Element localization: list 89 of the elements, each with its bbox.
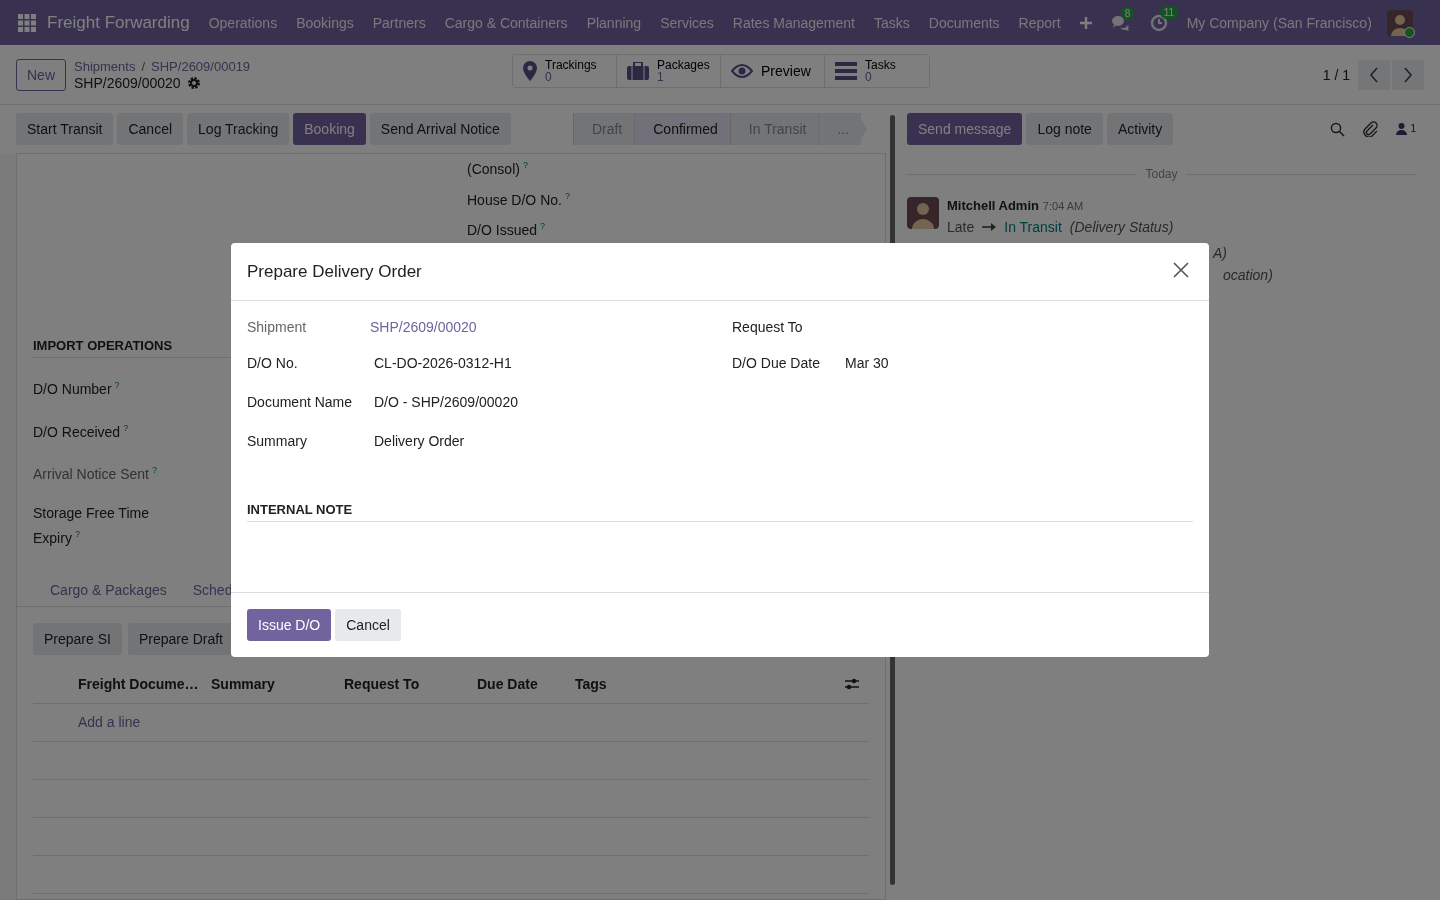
field-value[interactable]: D/O - SHP/2609/00020 <box>370 393 522 410</box>
message-count-badge: 8 <box>1120 6 1135 20</box>
right-arrow-icon <box>982 223 997 231</box>
section-title: INTERNAL NOTE <box>247 502 1193 522</box>
list-icon <box>835 62 857 80</box>
notebook-tab[interactable]: Cargo & Packages <box>37 572 180 607</box>
field-label: Document Name <box>247 393 354 410</box>
action-button[interactable]: Start Transit <box>16 113 114 145</box>
column-header[interactable]: Freight Docume… <box>78 675 211 692</box>
search-icon[interactable] <box>1330 121 1346 137</box>
field-label: House D/O No. $^{?}$ <box>467 190 571 208</box>
field-label: D/O Issued $^{?}$ <box>467 221 547 238</box>
menu-item[interactable]: Report <box>1018 14 1061 31</box>
action-button[interactable]: Cancel <box>117 113 184 145</box>
gear-icon[interactable] <box>186 75 201 90</box>
dialog-button[interactable]: Cancel <box>335 609 401 641</box>
menu-item[interactable]: Rates Management <box>732 14 855 31</box>
add-line-link[interactable]: Add a line <box>78 714 141 731</box>
field-label: Summary <box>247 432 308 449</box>
column-header[interactable]: Tags <box>575 675 708 692</box>
person-icon[interactable] <box>1396 123 1408 135</box>
menu-item[interactable]: Tasks <box>874 14 910 31</box>
pager-counter: 1 / 1 <box>1322 66 1350 83</box>
dialog-title: Prepare Delivery Order <box>247 261 422 282</box>
dialog-button[interactable]: Issue D/O <box>247 609 332 641</box>
column-header[interactable]: Request To <box>344 675 477 692</box>
user-avatar[interactable] <box>1386 9 1413 36</box>
chevron-left-icon <box>1369 66 1379 83</box>
field-label: Storage Free Time Expiry $^{?}$ <box>33 503 150 548</box>
next-button[interactable] <box>1392 59 1424 90</box>
date-value[interactable]: Mar 30 <box>841 354 893 371</box>
field-value[interactable]: CL-DO-2026-0312-H1 <box>370 354 516 371</box>
chatter-button[interactable]: Log note <box>1026 113 1103 145</box>
plus-icon[interactable] <box>1079 16 1092 29</box>
field-label: (Consol) $^{?}$ <box>467 160 529 177</box>
new-value: In Transit <box>1004 219 1062 235</box>
column-header[interactable]: Due Date <box>477 675 575 692</box>
chatter-button[interactable]: Activity <box>1106 113 1174 145</box>
old-value: Late <box>947 219 975 235</box>
list-action-button[interactable]: Prepare SI <box>33 622 122 655</box>
tracking-text: ocation) <box>1223 267 1273 283</box>
map-pin-icon <box>523 61 537 81</box>
menu-item[interactable]: Documents <box>928 14 1000 31</box>
breadcrumb-link[interactable]: Shipments <box>74 58 136 74</box>
breadcrumb-separator: / <box>141 58 146 74</box>
menu-item[interactable]: Operations <box>208 14 278 31</box>
shipment-link[interactable]: SHP/2609/00020 <box>370 319 477 335</box>
action-button[interactable]: Send Arrival Notice <box>369 113 511 145</box>
column-header[interactable]: Summary <box>211 675 344 692</box>
field-label: Shipment <box>247 319 308 335</box>
field-label: D/O Due Date <box>732 354 821 371</box>
message-author: Mitchell Admin <box>947 198 1039 213</box>
new-button[interactable]: New <box>16 58 66 91</box>
tracking-text: A) <box>1213 245 1227 261</box>
action-button[interactable]: Booking <box>293 113 366 145</box>
eye-icon <box>731 64 753 78</box>
chatter-button[interactable]: Send message <box>907 113 1023 145</box>
menu-item[interactable]: Cargo & Containers <box>444 14 568 31</box>
field-label: Request To <box>732 319 804 335</box>
field-label: D/O Number $^{?}$ <box>33 379 121 399</box>
previous-button[interactable] <box>1358 59 1390 90</box>
chevron-right-icon <box>1403 66 1413 83</box>
list-action-button[interactable]: Prepare Draft <box>127 622 234 655</box>
menu-item[interactable]: Planning <box>586 14 642 31</box>
activity-count-badge: 11 <box>1159 5 1179 19</box>
record-title: SHP/2609/00020 <box>74 74 181 91</box>
field-label: D/O No. <box>247 354 299 371</box>
suitcase-icon <box>627 62 649 80</box>
field-label: Arrival Notice Sent $^{?}$ <box>33 464 158 484</box>
menu-item[interactable]: Bookings <box>296 14 354 31</box>
message-time: 7:04 AM <box>1042 200 1084 212</box>
apps-grid-icon[interactable] <box>18 13 36 32</box>
menu-item[interactable]: Partners <box>372 14 426 31</box>
field-label: D/O Received $^{?}$ <box>33 421 130 442</box>
smart-button[interactable]: Trackings 0 <box>513 55 617 87</box>
paperclip-icon[interactable] <box>1363 121 1379 137</box>
author-avatar <box>907 197 939 229</box>
action-button[interactable]: Log Tracking <box>187 113 290 145</box>
date-separator: Today <box>1145 167 1178 181</box>
app-name[interactable]: Freight Forwarding <box>47 12 190 33</box>
online-status-dot <box>1403 26 1415 38</box>
follower-count: 1 <box>1410 123 1416 134</box>
field-name: (Delivery Status) <box>1069 219 1174 235</box>
status-step[interactable]: ... <box>818 113 868 145</box>
field-value[interactable]: Delivery Order <box>370 432 469 449</box>
menu-item[interactable]: Services <box>660 14 714 31</box>
column-settings-icon[interactable] <box>845 677 859 690</box>
company-switcher[interactable]: My Company (San Francisco) <box>1186 14 1372 31</box>
breadcrumb-link[interactable]: SHP/2609/00019 <box>151 58 251 74</box>
